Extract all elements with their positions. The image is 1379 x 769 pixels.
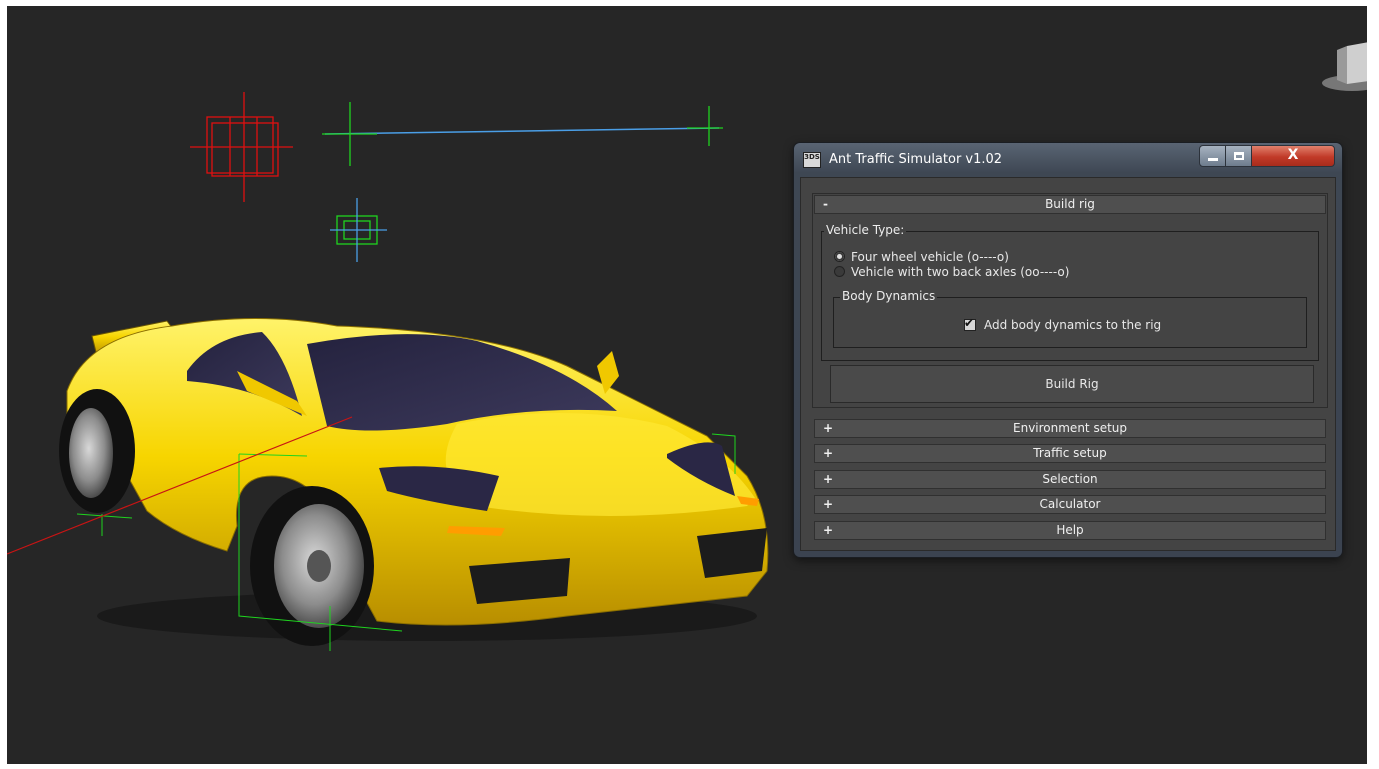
rollout-environment-setup[interactable]: + Environment setup [814,419,1326,438]
body-dynamics-legend: Body Dynamics [840,289,938,303]
build-rig-button[interactable]: Build Rig [830,365,1314,403]
sports-car-model[interactable] [59,318,769,647]
view-cube[interactable] [1322,42,1367,91]
rollout-title: Environment setup [1013,421,1127,435]
vehicle-type-group: Vehicle Type: Four wheel vehicle (o----o… [821,223,1319,361]
rollout-title: Calculator [1039,497,1101,511]
rollout-title: Help [1056,523,1084,537]
body-dynamics-checkbox-row[interactable]: ✔ Add body dynamics to the rig [964,316,1162,332]
rollout-selection[interactable]: + Selection [814,470,1326,489]
maximize-button[interactable] [1225,145,1252,167]
radio-button-selected[interactable] [834,251,845,262]
build-rig-rollout-header[interactable]: - Build rig [814,195,1326,214]
rollout-help[interactable]: + Help [814,521,1326,540]
title-bar[interactable]: 3DS Ant Traffic Simulator v1.02 X [794,143,1342,175]
ant-traffic-simulator-dialog[interactable]: 3DS Ant Traffic Simulator v1.02 X - Buil… [794,143,1342,557]
3ds-max-app-icon: 3DS [803,152,821,168]
rollout-traffic-setup[interactable]: + Traffic setup [814,444,1326,463]
radio-label: Four wheel vehicle (o----o) [851,250,1009,264]
rollout-title: Selection [1042,472,1098,486]
body-dynamics-group: Body Dynamics ✔ Add body dynamics to the … [833,289,1307,348]
close-icon: X [1287,147,1299,163]
body-dynamics-checkbox[interactable]: ✔ [964,316,976,331]
red-box-helper[interactable] [190,92,293,202]
checkmark-icon: ✔ [964,316,975,330]
radio-button[interactable] [834,266,845,277]
close-button[interactable]: X [1251,145,1335,167]
radio-four-wheel[interactable]: Four wheel vehicle (o----o) [834,250,1009,264]
maximize-icon [1234,152,1244,160]
rollout-title: Build rig [1045,197,1095,211]
rollout-title: Traffic setup [1033,446,1107,460]
radio-two-back-axles[interactable]: Vehicle with two back axles (oo----o) [834,265,1069,279]
rollout-calculator[interactable]: + Calculator [814,495,1326,514]
vehicle-type-legend: Vehicle Type: [824,223,907,237]
radio-label: Vehicle with two back axles (oo----o) [851,265,1070,279]
checkbox-label: Add body dynamics to the rig [984,318,1162,332]
dialog-client-area: - Build rig Vehicle Type: Four wheel veh… [800,177,1336,551]
green-box-helper[interactable] [330,198,387,262]
minimize-button[interactable] [1199,145,1226,167]
window-title: Ant Traffic Simulator v1.02 [829,152,1003,167]
minimize-icon [1208,158,1218,161]
path-line-helper[interactable] [322,102,723,166]
build-rig-rollout: - Build rig Vehicle Type: Four wheel veh… [812,193,1328,408]
